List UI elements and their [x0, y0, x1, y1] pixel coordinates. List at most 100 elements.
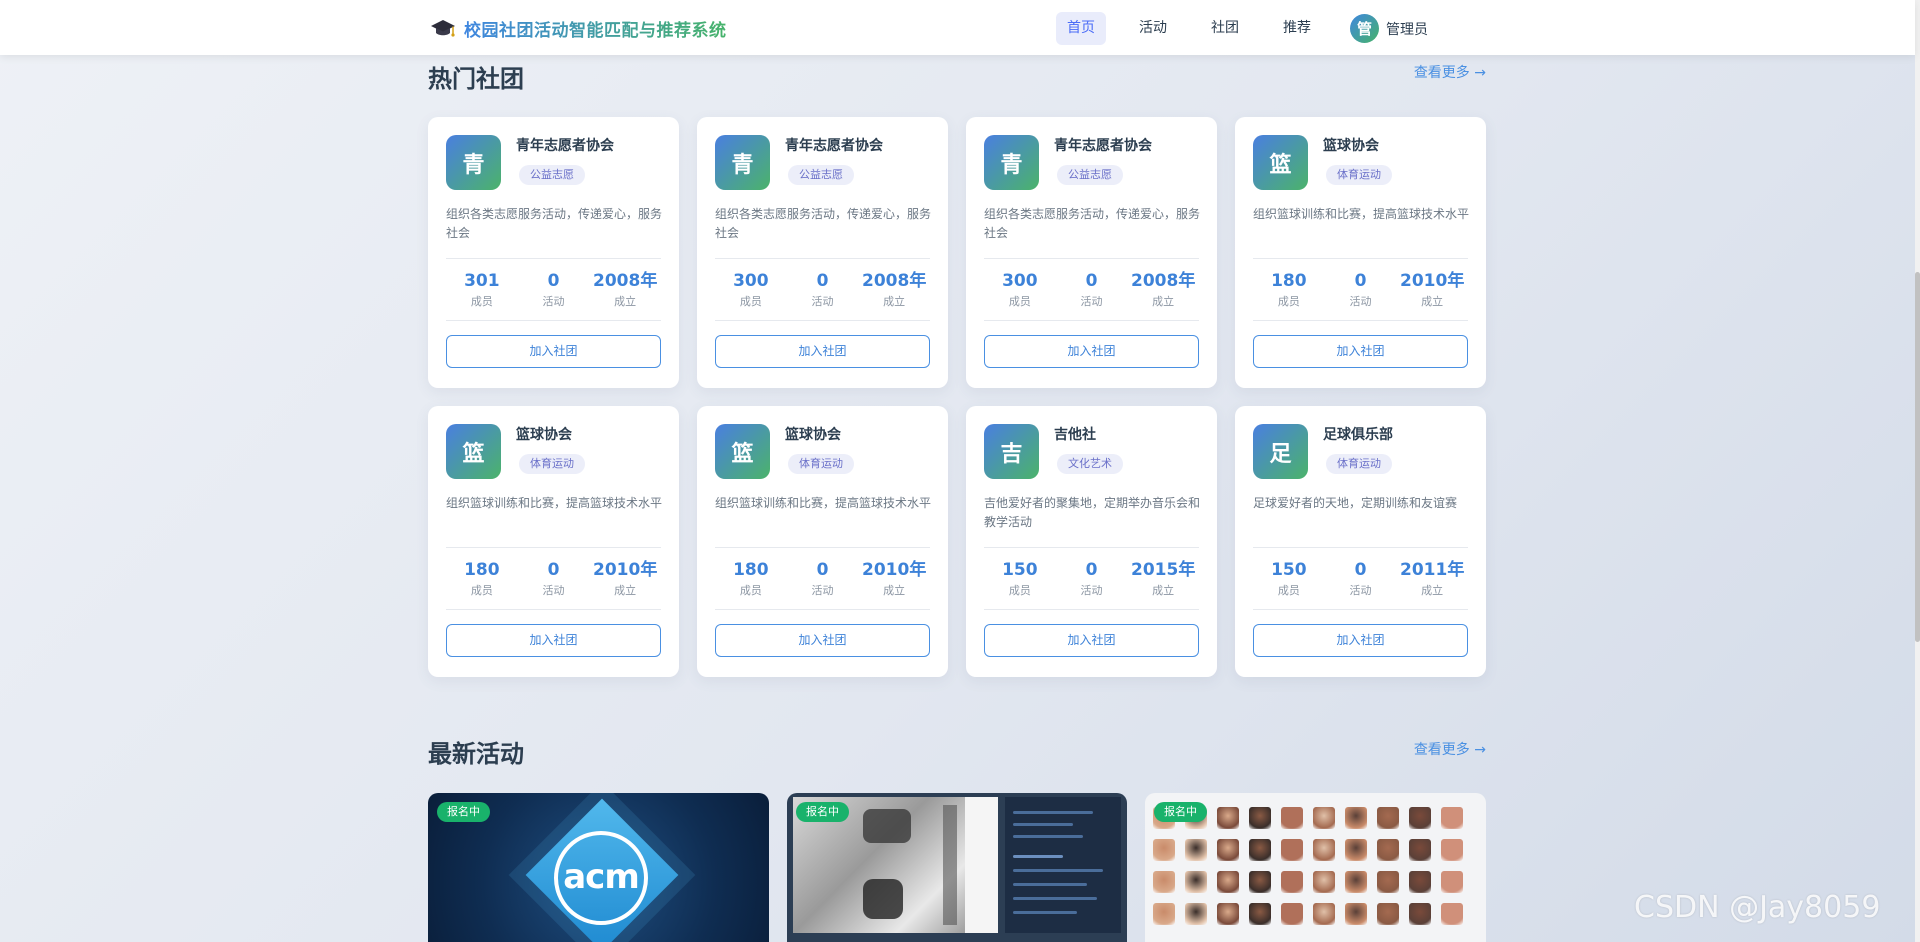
stat-value: 150 [1002, 560, 1038, 580]
face-thumbnail [1409, 871, 1431, 893]
club-card[interactable]: 青青年志愿者协会 公益志愿 组织各类志愿服务活动，传递爱心，服务社会 301 成员 0 活动… [428, 117, 679, 388]
stat-label: 成立 [883, 295, 906, 308]
stat-members: 150 成员 [1253, 548, 1325, 609]
club-card[interactable]: 青青年志愿者协会 公益志愿 组织各类志愿服务活动，传递爱心，服务社会 300 成员 0 活动… [697, 117, 948, 388]
face-thumbnail [1217, 871, 1239, 893]
club-logo: 青 [715, 135, 770, 190]
club-name[interactable]: 吉他社 [1054, 424, 1096, 444]
face-thumbnail [1249, 903, 1271, 925]
hot-clubs-more-link[interactable]: 查看更多 → [1414, 62, 1486, 82]
avatar: 管 [1350, 14, 1379, 43]
club-card[interactable]: 吉吉他社 文化艺术 吉他爱好者的聚集地，定期举办音乐会和教学活动 150 成员 0 活动 20… [966, 406, 1217, 677]
join-club-button[interactable]: 加入社团 [715, 335, 930, 368]
club-name[interactable]: 青年志愿者协会 [516, 135, 614, 155]
face-thumbnail [1345, 839, 1367, 861]
stat-members: 180 成员 [715, 548, 787, 609]
stat-label: 活动 [1080, 584, 1103, 597]
stat-members: 180 成员 [1253, 259, 1325, 320]
stat-label: 成立 [1421, 584, 1444, 597]
club-name[interactable]: 篮球协会 [1323, 135, 1379, 155]
club-category-tag: 公益志愿 [788, 165, 854, 185]
stat-value: 2008年 [1131, 271, 1196, 291]
stat-activities: 0 活动 [787, 548, 859, 609]
stat-value: 0 [816, 560, 829, 580]
stat-label: 活动 [811, 584, 834, 597]
club-logo: 篮 [715, 424, 770, 479]
hot-clubs-title: 热门社团 [428, 65, 524, 93]
main-nav: 首页 活动 社团 推荐 管 管理员 [1056, 12, 1428, 45]
face-thumbnail [1345, 871, 1367, 893]
club-card[interactable]: 足足球俱乐部 体育运动 足球爱好者的天地，定期训练和友谊赛 150 成员 0 活动 2011年… [1235, 406, 1486, 677]
stat-label: 成立 [883, 584, 906, 597]
club-name[interactable]: 足球俱乐部 [1323, 424, 1393, 444]
join-club-button[interactable]: 加入社团 [1253, 335, 1468, 368]
activity-card[interactable]: 报名中 [1145, 793, 1486, 942]
club-card[interactable]: 篮篮球协会 体育运动 组织篮球训练和比赛，提高篮球技术水平 180 成员 0 活动 2010年… [428, 406, 679, 677]
activity-card[interactable]: 报名中 [787, 793, 1127, 942]
join-club-button[interactable]: 加入社团 [446, 335, 661, 368]
club-name[interactable]: 青年志愿者协会 [785, 135, 883, 155]
activity-card[interactable]: 报名中 acm [428, 793, 769, 942]
stat-value: 2008年 [862, 271, 927, 291]
face-thumbnail [1313, 839, 1335, 861]
face-thumbnail [1217, 903, 1239, 925]
join-club-button[interactable]: 加入社团 [984, 335, 1199, 368]
club-card[interactable]: 青青年志愿者协会 公益志愿 组织各类志愿服务活动，传递爱心，服务社会 300 成员 0 活动… [966, 117, 1217, 388]
face-thumbnail [1281, 871, 1303, 893]
user-menu[interactable]: 管 管理员 [1350, 14, 1428, 43]
face-thumbnail [1217, 807, 1239, 829]
join-club-button[interactable]: 加入社团 [984, 624, 1199, 657]
status-badge: 报名中 [1154, 802, 1207, 822]
club-stats: 150 成员 0 活动 2011年成立 [1253, 547, 1468, 610]
stat-label: 成员 [739, 584, 762, 597]
stat-value: 180 [733, 560, 769, 580]
status-badge: 报名中 [796, 802, 849, 822]
club-name[interactable]: 篮球协会 [785, 424, 841, 444]
face-thumbnail [1185, 839, 1207, 861]
nav-clubs[interactable]: 社团 [1200, 12, 1250, 45]
stat-value: 2015年 [1131, 560, 1196, 580]
club-name[interactable]: 篮球协会 [516, 424, 572, 444]
stat-value: 0 [1085, 271, 1098, 291]
stat-activities: 0 活动 [1056, 548, 1128, 609]
join-club-button[interactable]: 加入社团 [446, 624, 661, 657]
nav-home[interactable]: 首页 [1056, 12, 1106, 45]
stat-value: 2008年 [593, 271, 658, 291]
stat-activities: 0 活动 [518, 548, 590, 609]
stat-value: 180 [1271, 271, 1307, 291]
stat-label: 活动 [1349, 584, 1372, 597]
club-description: 组织各类志愿服务活动，传递爱心，服务社会 [984, 207, 1201, 240]
top-navbar: 校园社团活动智能匹配与推荐系统 首页 活动 社团 推荐 管 管理员 [0, 0, 1915, 55]
latest-activities-more-link[interactable]: 查看更多 → [1414, 739, 1486, 759]
stat-value: 0 [1354, 560, 1367, 580]
face-thumbnail [1217, 839, 1239, 861]
stat-label: 活动 [1080, 295, 1103, 308]
club-stats: 300 成员 0 活动 2008年 成立 [715, 258, 930, 321]
stat-label: 成员 [470, 584, 493, 597]
face-thumbnail [1153, 839, 1175, 861]
watermark: CSDN @Jay8059 [1634, 890, 1881, 925]
face-thumbnail [1377, 807, 1399, 829]
stat-value: 2011年 [1400, 560, 1465, 580]
club-category-tag: 体育运动 [519, 454, 585, 474]
scrollbar-thumb[interactable] [1915, 272, 1920, 642]
stat-label: 成员 [1277, 584, 1300, 597]
brand[interactable]: 校园社团活动智能匹配与推荐系统 [430, 16, 727, 41]
stat-members: 180 成员 [446, 548, 518, 609]
stat-value: 0 [816, 271, 829, 291]
face-thumbnail [1249, 839, 1271, 861]
club-name[interactable]: 青年志愿者协会 [1054, 135, 1152, 155]
stat-label: 活动 [542, 295, 565, 308]
stat-members: 301 成员 [446, 259, 518, 320]
club-description: 组织篮球训练和比赛，提高篮球技术水平 [715, 496, 932, 510]
stat-label: 活动 [542, 584, 565, 597]
nav-recommend[interactable]: 推荐 [1272, 12, 1322, 45]
club-logo: 青 [446, 135, 501, 190]
nav-activities[interactable]: 活动 [1128, 12, 1178, 45]
club-category-tag: 文化艺术 [1057, 454, 1123, 474]
club-card[interactable]: 篮篮球协会 体育运动 组织篮球训练和比赛，提高篮球技术水平 180 成员 0 活动 2010年… [1235, 117, 1486, 388]
club-category-tag: 公益志愿 [519, 165, 585, 185]
club-card[interactable]: 篮篮球协会 体育运动 组织篮球训练和比赛，提高篮球技术水平 180 成员 0 活动 2010年… [697, 406, 948, 677]
join-club-button[interactable]: 加入社团 [1253, 624, 1468, 657]
join-club-button[interactable]: 加入社团 [715, 624, 930, 657]
